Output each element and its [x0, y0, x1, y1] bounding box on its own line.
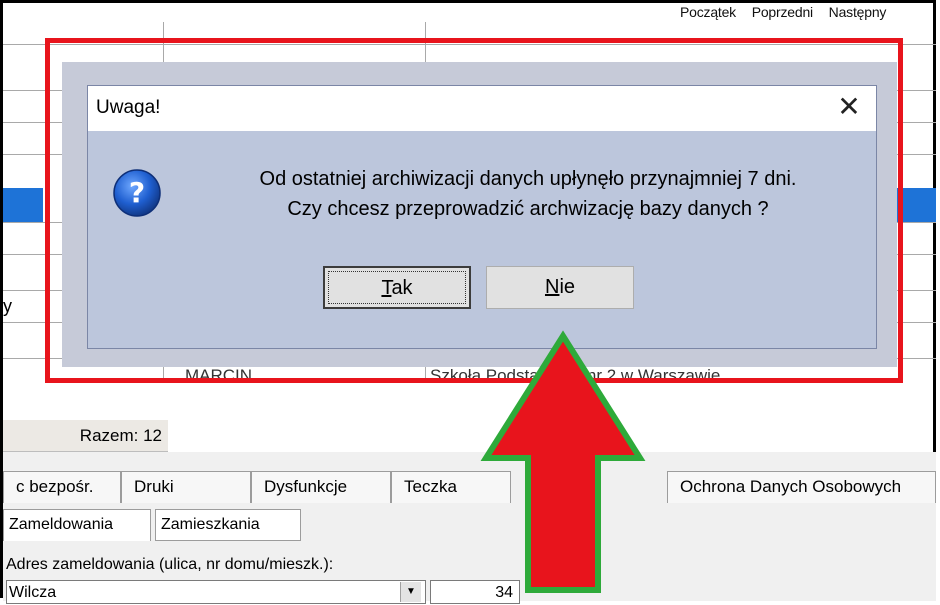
up-arrow-annotation — [480, 330, 646, 593]
nav-first[interactable]: Początek — [680, 4, 736, 20]
address-label: Adres zameldowania (ulica, nr domu/miesz… — [6, 556, 334, 573]
nav-next[interactable]: Następny — [829, 4, 887, 20]
main-tabs: c bezpośr. Druki Dysfunkcje Teczka Ochro… — [3, 471, 936, 503]
nav-previous[interactable]: Poprzedni — [752, 4, 813, 20]
tab-data-protection[interactable]: Ochrona Danych Osobowych — [667, 471, 936, 503]
highlight-frame — [45, 38, 903, 383]
tab-dysfunctions[interactable]: Dysfunkcje — [251, 471, 391, 503]
chevron-down-icon[interactable]: ▼ — [400, 582, 421, 602]
selected-row-highlight[interactable] — [3, 188, 43, 222]
tab-prints[interactable]: Druki — [121, 471, 251, 503]
total-count: Razem: 12 — [3, 420, 168, 452]
grid-cell-partial: y — [3, 296, 12, 316]
street-input[interactable]: Wilcza — [6, 580, 426, 604]
tab-registration[interactable]: Zameldowania — [3, 509, 151, 541]
tab-contact-direct[interactable]: c bezpośr. — [3, 471, 121, 503]
tab-residence[interactable]: Zamieszkania — [155, 509, 301, 541]
top-navigation: Początek Poprzedni Następny — [680, 4, 898, 20]
